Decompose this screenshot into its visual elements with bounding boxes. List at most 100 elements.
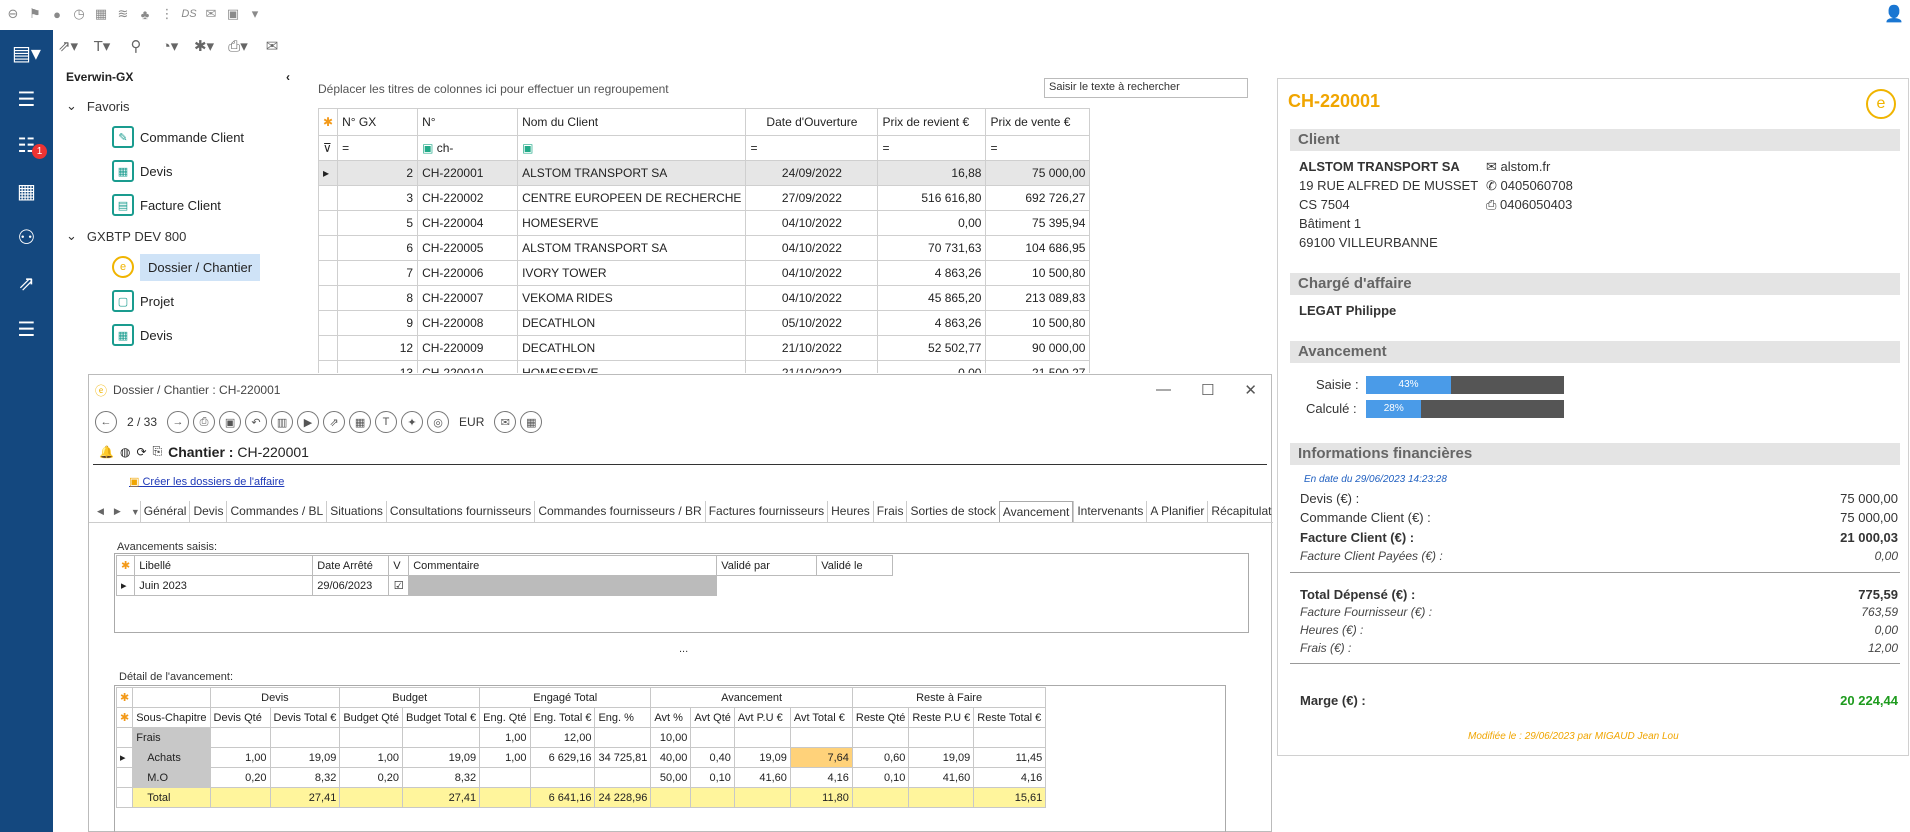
wand-icon[interactable]: ✦ xyxy=(401,411,424,433)
col-header[interactable]: Prix de vente € xyxy=(985,108,1091,136)
maximize-icon[interactable]: ☐ xyxy=(1201,381,1214,399)
person-icon[interactable]: ● xyxy=(46,3,68,25)
create-dossiers-link[interactable]: ▣ Créer les dossiers de l'affaire xyxy=(129,475,284,488)
col-header[interactable]: Validé le xyxy=(816,555,894,576)
col-header[interactable]: Avt Total € xyxy=(789,707,853,728)
filter-cell[interactable]: = xyxy=(877,135,987,161)
hamburger-icon[interactable]: ☰ xyxy=(0,76,53,122)
dropdown-icon[interactable]: ▾ xyxy=(244,3,266,25)
rss-icon[interactable]: ≋ xyxy=(112,3,134,25)
tab-consultations-fournisseurs[interactable]: Consultations fournisseurs xyxy=(385,501,534,522)
tab-next-icon[interactable]: ▶ xyxy=(114,506,121,517)
table-row[interactable]: 5 CH-220004 HOMESERVE 04/10/2022 0,00 75 395,… xyxy=(318,210,1091,236)
flag-icon[interactable]: ⚑ xyxy=(24,3,46,25)
tab-commandes-fournisseurs-br[interactable]: Commandes fournisseurs / BR xyxy=(534,501,704,522)
search-input[interactable]: Saisir le texte à rechercher xyxy=(1044,78,1248,98)
palm-icon[interactable]: ♣ xyxy=(134,3,156,25)
mail-icon[interactable]: ✉ xyxy=(200,3,222,25)
tab-menu-icon[interactable]: ▼ xyxy=(131,507,140,517)
client-email[interactable]: ✉ alstom.fr xyxy=(1486,159,1550,175)
grid-icon[interactable]: ▦ xyxy=(90,3,112,25)
save-icon[interactable]: ▣ xyxy=(219,411,242,433)
trend-icon[interactable]: ⇗ xyxy=(0,260,53,306)
tree-item-projet[interactable]: ▢ Projet xyxy=(54,284,302,318)
comment-cell[interactable] xyxy=(408,575,718,596)
prev-icon[interactable]: ← xyxy=(95,411,117,433)
col-header[interactable]: N° GX xyxy=(337,108,419,136)
tab-g-n-ral[interactable]: Général xyxy=(139,501,190,522)
doc-icon[interactable]: ⎘ xyxy=(153,444,163,459)
table-row[interactable]: 8 CH-220007 VEKOMA RIDES 04/10/2022 45 865,2… xyxy=(318,285,1091,311)
refresh-icon[interactable]: ⟳ xyxy=(136,445,146,459)
col-header[interactable]: Devis Total € xyxy=(269,707,341,728)
table-row[interactable]: ▸ Achats 1,00 19,09 1,00 19,09 1,00 6 629,16 34 … xyxy=(115,747,1047,768)
tree-group-gxbtp[interactable]: ⌄ GXBTP DEV 800 xyxy=(54,222,302,250)
col-header[interactable]: Avt % xyxy=(650,707,692,728)
mail-icon[interactable]: ✉ xyxy=(258,35,286,57)
col-header[interactable]: Budget Qté xyxy=(339,707,403,728)
table-row[interactable]: Frais 1,00 12,00 10,00 xyxy=(115,727,1047,748)
table-row[interactable]: 9 CH-220008 DECATHLON 05/10/2022 4 863,26 10 … xyxy=(318,310,1091,336)
mail-icon[interactable]: ✉ xyxy=(494,411,517,433)
window-icon[interactable]: ▣ xyxy=(222,3,244,25)
collapse-icon[interactable]: ‹ xyxy=(286,70,290,84)
tab-sorties-de-stock[interactable]: Sorties de stock xyxy=(906,501,998,522)
filter-cell[interactable]: ▣ ch- xyxy=(417,135,519,161)
user-icon[interactable]: 👤 xyxy=(1884,4,1904,24)
tab-r-capitulat[interactable]: Récapitulat xyxy=(1207,501,1274,522)
tab-a-planifier[interactable]: A Planifier xyxy=(1146,501,1207,522)
filter-icon[interactable]: ⊽ xyxy=(318,135,339,161)
tree-item-devis[interactable]: ▦ Devis xyxy=(54,154,302,188)
tools-icon[interactable]: ✱▾ xyxy=(190,35,218,57)
table-row[interactable]: M.O 0,20 8,32 0,20 8,32 50,00 0,10 41,60 4,16 0,1… xyxy=(115,767,1047,788)
col-header[interactable]: Reste P.U € xyxy=(908,707,975,728)
col-header[interactable]: Date Arrêté xyxy=(312,555,390,576)
tree-group-favoris[interactable]: ⌄ Favoris xyxy=(54,92,302,120)
filter-cell[interactable]: = xyxy=(337,135,419,161)
chart-icon[interactable]: ▥ xyxy=(271,411,294,433)
list-icon[interactable]: ☷ 1 xyxy=(0,122,53,168)
globe-icon[interactable]: ◍ xyxy=(120,445,130,459)
tab-intervenants[interactable]: Intervenants xyxy=(1073,501,1146,522)
table-row[interactable]: 12 CH-220009 DECATHLON 21/10/2022 52 502,77 9… xyxy=(318,335,1091,361)
table-row[interactable]: 13 CH-220010 HOMESERVE 21/10/2022 0,00 21 500… xyxy=(318,360,1091,373)
search-icon[interactable]: ⚲ xyxy=(122,35,150,57)
table-row[interactable]: 3 CH-220002 CENTRE EUROPEEN DE RECHERCHE 27… xyxy=(318,185,1091,211)
star-icon[interactable]: ✱ xyxy=(115,707,134,728)
ds-label[interactable]: DS xyxy=(178,3,200,25)
grid-icon[interactable]: ▦ xyxy=(520,411,543,433)
table-row[interactable]: Total 27,41 27,41 6 641,16 24 228,96 11,80 15,… xyxy=(115,787,1047,808)
export-icon[interactable]: ⇗ xyxy=(323,411,346,433)
calendar-icon[interactable]: ▦ xyxy=(0,168,53,214)
tab-commandes-bl[interactable]: Commandes / BL xyxy=(226,501,326,522)
currency-select[interactable]: EUR xyxy=(453,415,490,429)
chart-icon[interactable]: ◔▾ xyxy=(156,35,184,57)
col-header[interactable]: Avt P.U € xyxy=(733,707,791,728)
client-phone[interactable]: ✆ 0405060708 xyxy=(1486,178,1573,194)
play-icon[interactable]: ▶ xyxy=(297,411,320,433)
col-header[interactable]: Date d'Ouverture xyxy=(745,108,879,136)
star-icon[interactable]: ✱ xyxy=(318,108,339,136)
tab-devis[interactable]: Devis xyxy=(189,501,226,522)
tree-item-commande-client[interactable]: ✎ Commande Client xyxy=(54,120,302,154)
col-header[interactable]: Devis Qté xyxy=(209,707,271,728)
tree-item-devis-2[interactable]: ▦ Devis xyxy=(54,318,302,352)
next-icon[interactable]: → xyxy=(167,411,190,433)
client-fax[interactable]: ⎙ 0406050403 xyxy=(1486,197,1572,213)
star-icon[interactable]: ✱ xyxy=(115,555,136,576)
table-row[interactable]: 6 CH-220005 ALSTOM TRANSPORT SA 04/10/2022 7… xyxy=(318,235,1091,261)
tab-prev-icon[interactable]: ◀ xyxy=(97,506,104,517)
col-header[interactable]: Eng. Qté xyxy=(479,707,531,728)
table-row[interactable]: 7 CH-220006 IVORY TOWER 04/10/2022 4 863,26 1… xyxy=(318,260,1091,286)
col-header[interactable]: Nom du Client xyxy=(517,108,747,136)
clock-icon[interactable]: ◷ xyxy=(68,3,90,25)
undo-icon[interactable]: ↶ xyxy=(245,411,268,433)
tab-situations[interactable]: Situations xyxy=(326,501,386,522)
col-header[interactable]: Reste Total € xyxy=(973,707,1047,728)
filter-cell[interactable]: = xyxy=(985,135,1091,161)
col-header[interactable]: Eng. % xyxy=(594,707,652,728)
module-menu-icon[interactable]: ▤▾ xyxy=(0,30,53,76)
tab-heures[interactable]: Heures xyxy=(827,501,873,522)
col-header[interactable]: N° xyxy=(417,108,519,136)
tab-factures-fournisseurs[interactable]: Factures fournisseurs xyxy=(704,501,827,522)
